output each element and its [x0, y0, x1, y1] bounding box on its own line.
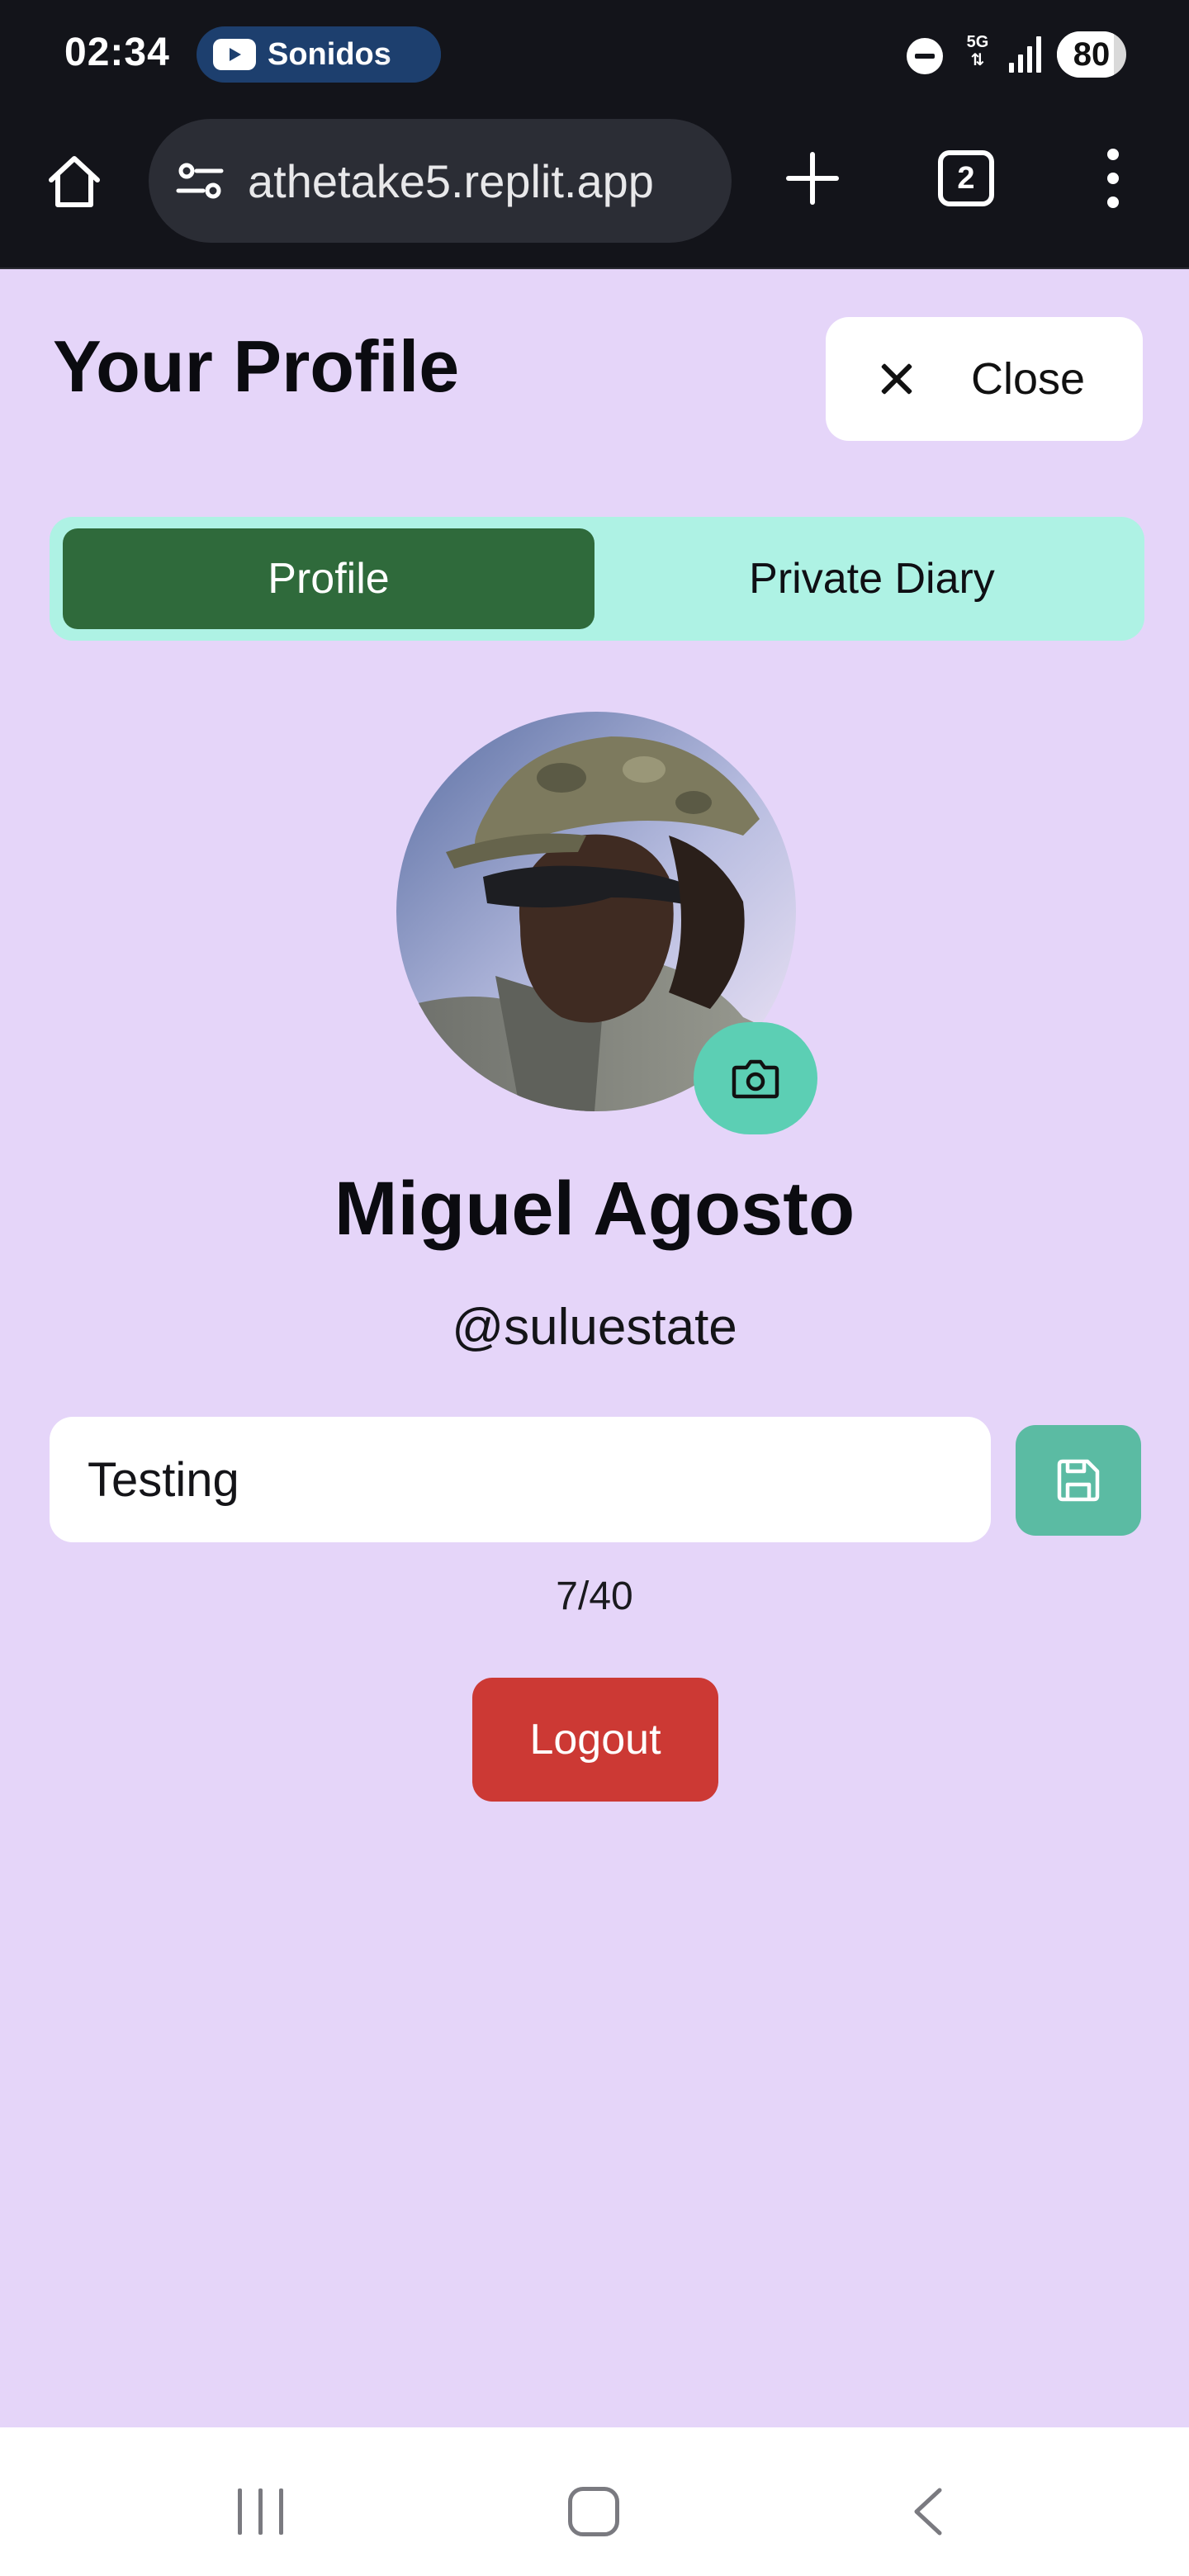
youtube-icon	[213, 39, 256, 70]
browser-toolbar: athetake5.replit.app 2	[0, 107, 1189, 269]
signal-strength-icon	[1009, 36, 1042, 73]
save-icon	[1057, 1459, 1100, 1502]
media-notification-pill[interactable]: Sonidos	[197, 26, 441, 83]
address-bar[interactable]: athetake5.replit.app	[149, 119, 732, 243]
home-icon	[49, 156, 100, 207]
close-label: Close	[971, 354, 1086, 404]
data-arrows-icon: ⇅	[970, 51, 985, 69]
url-text: athetake5.replit.app	[248, 154, 654, 207]
back-icon[interactable]	[910, 2487, 946, 2536]
site-settings-icon[interactable]	[173, 154, 226, 207]
network-type: 5G	[966, 33, 989, 51]
logout-button[interactable]: Logout	[472, 1678, 718, 1802]
page-title: Your Profile	[53, 325, 460, 407]
tab-profile[interactable]: Profile	[63, 528, 594, 629]
profile-tabs: Profile Private Diary	[50, 517, 1144, 641]
character-count: 7/40	[556, 1574, 633, 1618]
tab-switcher-button[interactable]: 2	[938, 150, 994, 206]
status-time: 02:34	[64, 31, 170, 74]
system-home-button[interactable]	[568, 2487, 619, 2536]
browser-menu-icon[interactable]	[1101, 149, 1125, 208]
recents-button[interactable]	[236, 2488, 286, 2535]
browser-home-button[interactable]	[43, 150, 106, 213]
change-photo-button[interactable]	[694, 1022, 817, 1134]
battery-indicator: 80	[1057, 31, 1126, 78]
camera-icon	[732, 1059, 779, 1099]
system-navigation-bar	[0, 2427, 1189, 2576]
profile-name: Miguel Agosto	[334, 1167, 855, 1251]
media-fade	[383, 26, 441, 83]
network-icon: 5G ⇅	[963, 33, 992, 69]
profile-handle: @suluestate	[452, 1299, 737, 1356]
status-bar: 02:34 Sonidos 5G ⇅ 80	[0, 0, 1189, 107]
close-button[interactable]: Close	[826, 317, 1143, 441]
do-not-disturb-icon	[907, 38, 943, 74]
save-status-button[interactable]	[1016, 1425, 1141, 1536]
status-input[interactable]	[50, 1417, 991, 1542]
media-app-label: Sonidos	[268, 36, 391, 72]
battery-level: 80	[1073, 36, 1111, 73]
close-icon	[879, 361, 915, 397]
new-tab-button[interactable]	[783, 149, 842, 208]
tab-private-diary[interactable]: Private Diary	[611, 528, 1133, 629]
